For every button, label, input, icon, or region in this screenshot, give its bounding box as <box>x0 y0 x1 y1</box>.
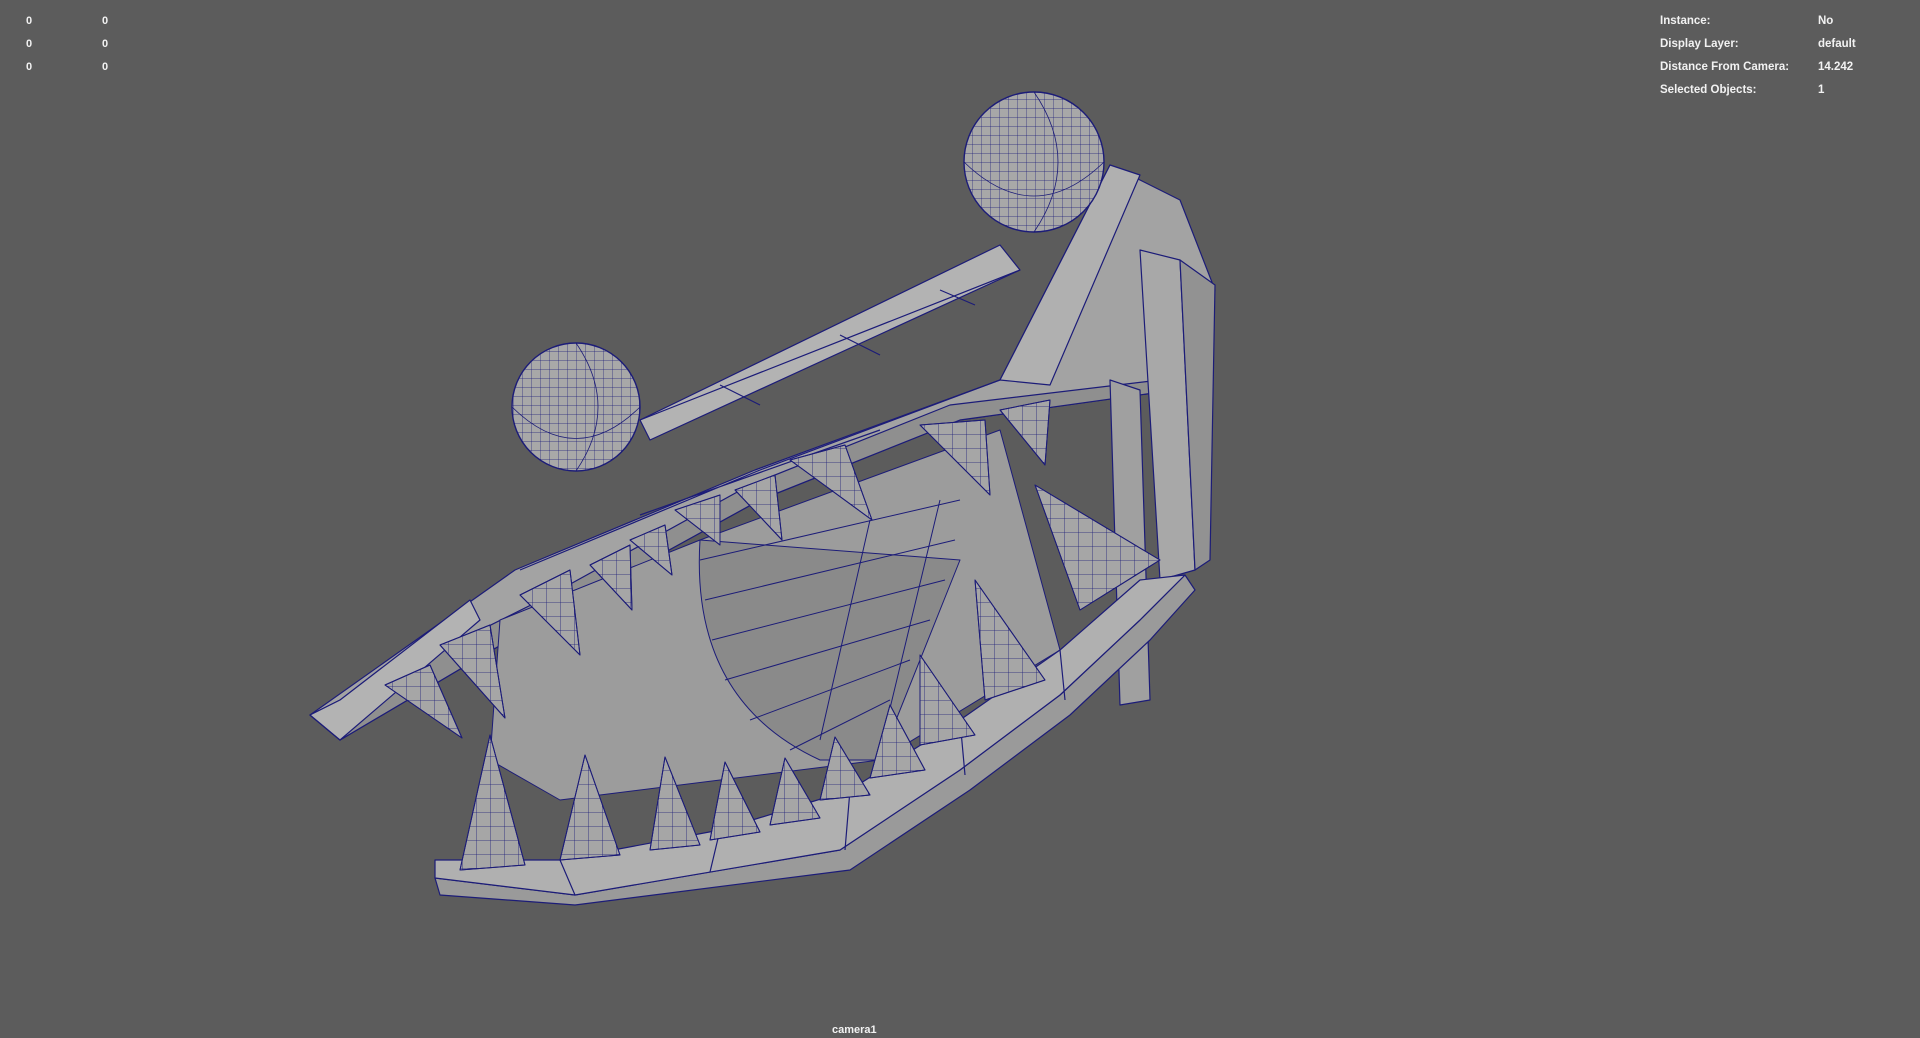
hud-value: 0 <box>26 37 33 50</box>
hud-value: 0 <box>102 14 109 27</box>
hud-row-selected-objects: Selected Objects: 1 <box>1660 78 1856 101</box>
hud-row-distance: Distance From Camera: 14.242 <box>1660 55 1856 78</box>
hud-value: 0 <box>26 14 33 27</box>
hud-object-details: Instance: No Display Layer: default Dist… <box>1660 9 1856 101</box>
eye-left-sphere[interactable] <box>511 342 641 472</box>
hud-value: 1 <box>1818 83 1825 96</box>
hud-left-row: 0 0 <box>26 32 142 55</box>
hud-value: 14.242 <box>1818 60 1854 73</box>
hud-value: default <box>1818 37 1856 50</box>
hud-value: 0 <box>102 60 109 73</box>
hud-label: Display Layer: <box>1660 37 1739 50</box>
camera-name-label: camera1 <box>832 1024 877 1036</box>
hud-left-row: 0 0 <box>26 55 142 78</box>
hud-label: Instance: <box>1660 14 1711 27</box>
hud-row-display-layer: Display Layer: default <box>1660 32 1856 55</box>
hud-label: Distance From Camera: <box>1660 60 1790 73</box>
hud-value: 0 <box>26 60 33 73</box>
hud-left-stats: 0 0 0 0 0 0 <box>26 9 142 78</box>
model-mesh[interactable] <box>0 0 1920 1038</box>
hud-left-row: 0 0 <box>26 9 142 32</box>
viewport-panel[interactable]: 0 0 0 0 0 0 Instance: No Display Layer: … <box>0 0 1920 1038</box>
hud-row-instance: Instance: No <box>1660 9 1856 32</box>
eye-right-sphere[interactable] <box>963 91 1105 233</box>
hud-value: No <box>1818 14 1834 27</box>
hud-value: 0 <box>102 37 109 50</box>
hud-label: Selected Objects: <box>1660 83 1757 96</box>
